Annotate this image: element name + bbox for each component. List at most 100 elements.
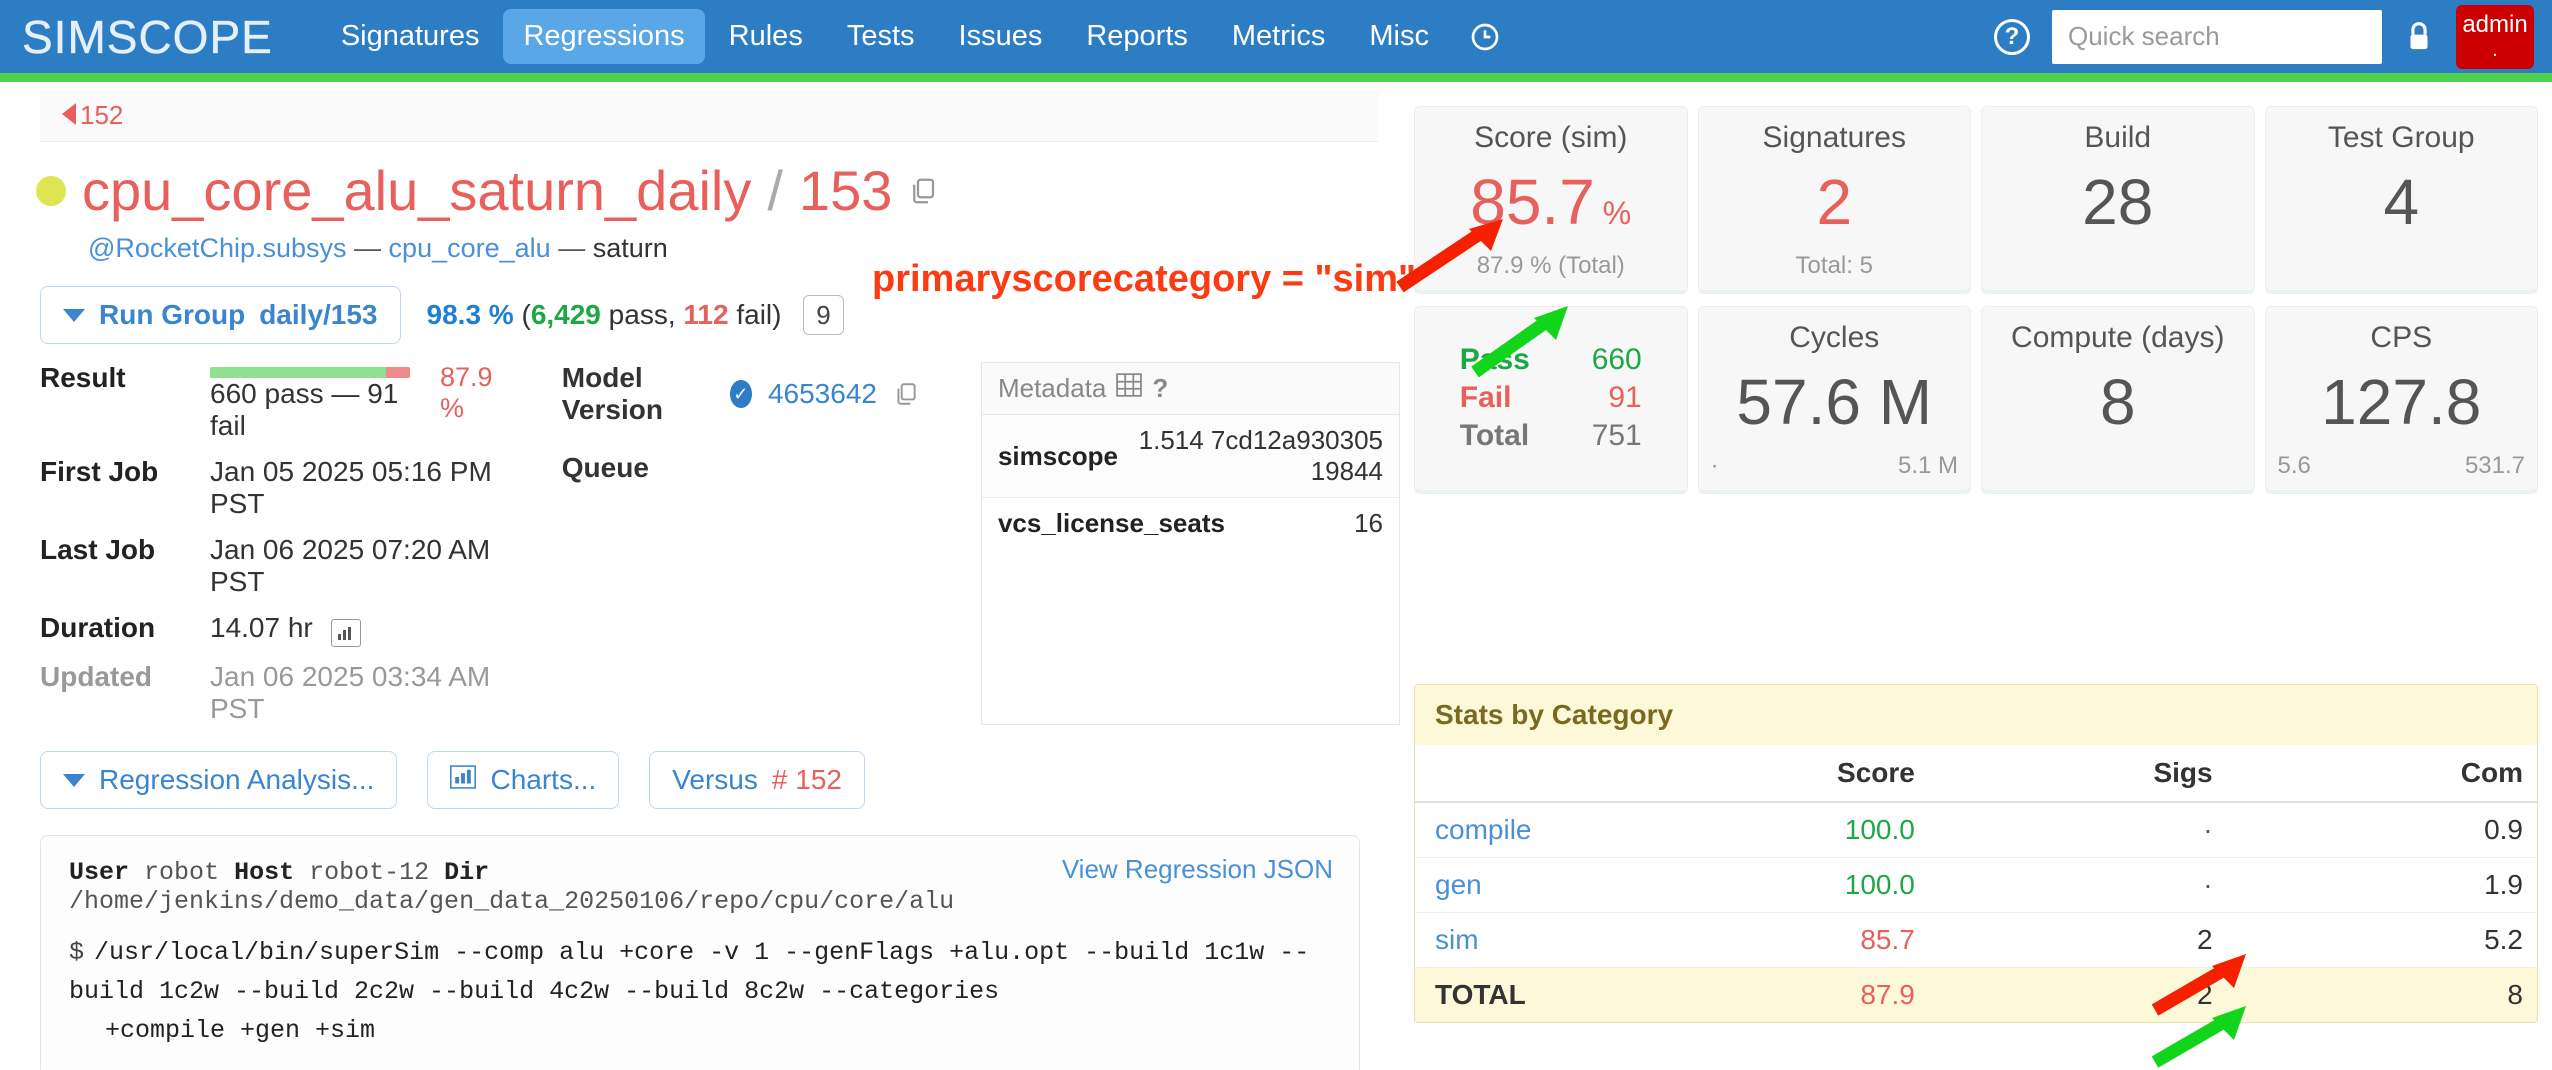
breadcrumb-owner[interactable]: @RocketChip.subsys	[88, 233, 347, 263]
versus-number: # 152	[771, 764, 842, 795]
card-title: Cycles	[1789, 321, 1880, 354]
caret-left-icon	[62, 103, 76, 125]
run-group-summary: 98.3 % (6,429 pass, 112 fail) 9	[427, 295, 844, 335]
command-console: View Regression JSON User robot Host rob…	[40, 835, 1360, 1070]
queue-label: Queue	[561, 452, 649, 483]
nav-item-misc[interactable]: Misc	[1349, 9, 1449, 64]
card-test-group[interactable]: Test Group 4	[2264, 106, 2538, 294]
previous-run-bar: 152	[40, 92, 1378, 142]
card-value: 127.8	[2321, 366, 2482, 438]
card-pass-fail[interactable]: Pass 660 Fail 91 Total 751	[1414, 306, 1688, 494]
model-version-row: Model Version ✓ 4653642	[562, 362, 919, 426]
pass-label: Pass	[1459, 343, 1530, 376]
stats-category[interactable]: sim	[1415, 912, 1555, 968]
stats-score: 100.0	[1555, 857, 1929, 913]
card-footer-right: 531.7	[2464, 452, 2525, 479]
fail-value: 91	[1608, 381, 1642, 414]
card-score-sim[interactable]: Score (sim) 85.7 % 87.9 % (Total)	[1414, 106, 1688, 294]
pass-value: 660	[1591, 343, 1642, 376]
stats-sigs: ·	[1928, 802, 2227, 858]
stats-category[interactable]: compile	[1415, 802, 1555, 858]
duration-value: 14.07 hr	[210, 612, 500, 647]
card-value: 57.6 M	[1736, 366, 1933, 438]
nav-item-metrics[interactable]: Metrics	[1212, 9, 1345, 64]
table-row[interactable]: compile 100.0 · 0.9	[1415, 802, 2537, 858]
view-regression-json-link[interactable]: View Regression JSON	[1062, 854, 1333, 885]
user-value: robot	[144, 858, 220, 887]
user-label: admin	[2462, 11, 2528, 39]
console-command: $/usr/local/bin/superSim --comp alu +cor…	[69, 934, 1331, 1050]
stats-col-sigs: Sigs	[1928, 745, 2227, 803]
result-percent: 87.9 %	[440, 362, 493, 423]
total-row: Total 751	[1460, 419, 1642, 453]
help-icon[interactable]: ?	[1994, 18, 2030, 55]
quick-search[interactable]	[2052, 9, 2382, 64]
metadata-key: vcs_license_seats	[997, 508, 1225, 538]
paren-open: (	[521, 299, 531, 330]
card-cycles[interactable]: Cycles 57.6 M · 5.1 M	[1697, 306, 1971, 494]
title-separator: /	[767, 159, 783, 222]
copy-icon[interactable]	[908, 176, 938, 206]
card-build[interactable]: Build 28	[1981, 106, 2255, 294]
question-icon[interactable]: ?	[1152, 373, 1168, 404]
breadcrumb-variant: saturn	[592, 233, 668, 263]
regression-name[interactable]: cpu_core_alu_saturn_daily	[82, 158, 751, 223]
command-continuation: +compile +gen +sim	[105, 1015, 376, 1045]
metadata-value: 16	[1354, 508, 1383, 538]
stats-col-com: Com	[2226, 745, 2537, 803]
bar-chart-icon[interactable]	[330, 619, 361, 647]
card-footer-right: 5.1 M	[1897, 452, 1958, 479]
chevron-down-icon	[63, 773, 85, 787]
nav-item-tests[interactable]: Tests	[827, 9, 935, 64]
regression-analysis-button[interactable]: Regression Analysis...	[40, 751, 398, 809]
card-compute-days[interactable]: Compute (days) 8	[1981, 306, 2255, 494]
card-footer: · 5.1 M	[1711, 452, 1959, 480]
duration-label: Duration	[40, 612, 156, 643]
clock-icon[interactable]	[1453, 13, 1517, 61]
stats-category[interactable]: gen	[1415, 857, 1555, 913]
nav-item-rules[interactable]: Rules	[709, 9, 823, 64]
card-value: 28	[2082, 166, 2154, 238]
nav-item-regressions[interactable]: Regressions	[503, 9, 705, 64]
card-value: 2	[1816, 166, 1853, 238]
charts-button[interactable]: Charts...	[427, 751, 620, 809]
navbar-right: ? admin .	[1994, 4, 2534, 69]
previous-run-number: 152	[80, 100, 124, 130]
search-input[interactable]	[2052, 21, 2382, 52]
metadata-title: Metadata	[997, 373, 1107, 403]
table-row[interactable]: gen 100.0 · 1.9	[1415, 857, 2537, 913]
card-title: Signatures	[1762, 121, 1906, 154]
updated-label: Updated	[40, 661, 152, 692]
score-value: 85.7	[1470, 166, 1595, 238]
breadcrumb-module[interactable]: cpu_core_alu	[389, 233, 551, 263]
run-group-fail-count: 112	[683, 299, 729, 330]
stats-header-row: Score Sigs Com	[1415, 745, 2537, 803]
app-logo[interactable]: SIMSCOPE	[22, 10, 273, 64]
model-version-value[interactable]: 4653642	[768, 378, 877, 410]
card-signatures[interactable]: Signatures 2 Total: 5	[1697, 106, 1971, 294]
fail-label: Fail	[1459, 381, 1512, 414]
run-group-badge[interactable]: 9	[803, 295, 844, 335]
stats-sigs: 2	[1928, 912, 2227, 968]
stats-com: 8	[2226, 967, 2537, 1022]
page-body: 152 cpu_core_alu_saturn_daily / 153 @Roc…	[0, 73, 2552, 1070]
nav-item-issues[interactable]: Issues	[939, 9, 1063, 64]
versus-button[interactable]: Versus # 152	[649, 751, 865, 809]
nav-item-signatures[interactable]: Signatures	[321, 9, 500, 64]
versus-label: Versus	[672, 764, 758, 795]
user-menu[interactable]: admin .	[2456, 4, 2534, 69]
table-row[interactable]: sim 85.7 2 5.2	[1415, 912, 2537, 968]
metadata-row: simscope 1.514 7cd12a93030519844	[981, 415, 1399, 498]
dir-value: /home/jenkins/demo_data/gen_data_2025010…	[69, 887, 955, 916]
nav-item-reports[interactable]: Reports	[1066, 9, 1208, 64]
metadata-header: Metadata ?	[981, 363, 1399, 415]
lock-icon[interactable]	[2404, 20, 2434, 54]
card-cps[interactable]: CPS 127.8 5.6 531.7	[2264, 306, 2538, 494]
host-label: Host	[234, 858, 295, 887]
previous-run-link[interactable]: 152	[62, 100, 123, 130]
result-label: Result	[40, 362, 126, 393]
card-title: Compute (days)	[2011, 321, 2225, 354]
copy-icon[interactable]	[893, 381, 919, 407]
grid-icon[interactable]	[1116, 373, 1143, 404]
run-group-button[interactable]: Run Group daily/153	[40, 286, 401, 344]
